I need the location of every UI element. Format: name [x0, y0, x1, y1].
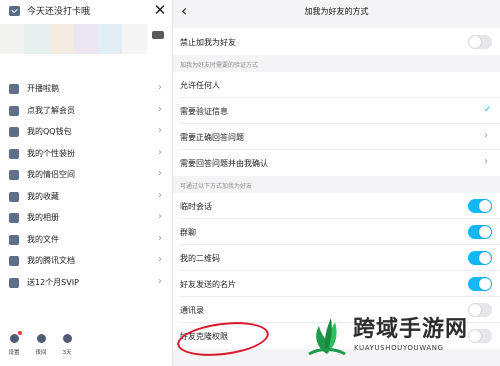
chevron-right-icon: › — [158, 232, 162, 244]
chevron-right-icon: › — [158, 275, 162, 287]
drawer-menu-label: 我的收藏 — [27, 191, 59, 201]
notification-dot — [18, 331, 22, 335]
verify-section-label: 加我为好友时需要的验证方式 — [180, 62, 259, 69]
chevron-right-icon: › — [158, 189, 162, 201]
night-icon — [36, 334, 46, 343]
drawer-menu-label: 我的相册 — [27, 213, 59, 222]
chevron-right-icon: › — [158, 254, 162, 265]
gift-icon — [9, 277, 19, 288]
footer-weather-label: 3天 — [62, 350, 72, 356]
drawer-menu-item[interactable]: 开播啦鹅 › — [0, 79, 172, 101]
drawer-menu-item[interactable]: 我的收藏 › — [0, 187, 172, 209]
folder-icon — [9, 234, 19, 245]
chevron-right-icon: › — [158, 146, 162, 158]
drawer-header: 今天还没打卡哦 ✕ — [0, 0, 172, 22]
method-toggle[interactable] — [468, 251, 492, 265]
banner-thumbnail — [152, 31, 164, 39]
drawer-menu-label: 我的情侣空间 — [27, 170, 75, 179]
drawer-menu-label: 开播啦鹅 — [27, 84, 59, 93]
drawer-menu: 开播啦鹅 › 点我了解会员 › 我的QQ钱包 › 我的个性装扮 › 我的情侣空间 › 我的收藏 › 我的… — [0, 79, 172, 294]
method-row[interactable]: 我的二维码 — [173, 245, 500, 271]
drawer-menu-item[interactable]: 我的相册 › — [0, 208, 172, 230]
method-label: 好友发送的名片 — [180, 280, 236, 289]
forbid-toggle[interactable] — [468, 35, 492, 49]
docs-icon — [9, 256, 19, 266]
chevron-right-icon: › — [158, 168, 162, 179]
chevron-right-icon: › — [158, 103, 162, 115]
page-title: 加我为好友的方式 — [304, 7, 369, 16]
chevron-right-icon: › — [484, 156, 488, 167]
method-label: 我的二维码 — [180, 254, 220, 263]
footer-weather[interactable]: 3天 — [56, 330, 78, 356]
footer-night[interactable]: 夜间 — [30, 330, 52, 356]
live-icon — [9, 84, 19, 94]
watermark-title: 跨域手游网 — [353, 317, 469, 342]
chevron-right-icon: › — [158, 125, 162, 136]
drawer-menu-item[interactable]: 我的文件 › — [0, 230, 172, 252]
method-toggle[interactable] — [468, 225, 492, 239]
footer-settings-label: 设置 — [8, 350, 20, 356]
checkin-label[interactable]: 今天还没打卡哦 — [27, 4, 90, 17]
method-label: 群聊 — [180, 228, 196, 237]
settings-icon — [9, 334, 19, 343]
method-row[interactable]: 群聊 — [173, 219, 500, 245]
drawer-menu-label: 我的腾讯文档 — [27, 256, 75, 265]
drawer-menu-label: 点我了解会员 — [27, 105, 75, 115]
drawer-footer: 设置 夜间 3天 — [0, 330, 100, 366]
method-toggle[interactable] — [468, 199, 492, 213]
drawer-menu-label: 我的个性装扮 — [27, 148, 75, 158]
drawer-menu-label: 送12个月SVIP — [27, 277, 79, 287]
verify-option-label: 需要正确回答问题 — [180, 133, 244, 142]
weather-icon — [62, 334, 72, 343]
method-row[interactable]: 好友发送的名片 — [173, 271, 500, 297]
couple-icon — [9, 170, 19, 180]
wallet-icon — [9, 127, 19, 137]
method-row[interactable]: 临时会话 — [173, 193, 500, 219]
side-drawer: 今天还没打卡哦 ✕ 开播啦鹅 › 点我了解会员 › 我的QQ钱包 › 我的个性装扮 › 我的情侣… — [0, 0, 172, 366]
verify-option-row[interactable]: 需要验证信息 ✓ — [173, 98, 500, 124]
checkin-icon[interactable] — [9, 6, 20, 16]
verify-option-label: 需要回答问题并由我确认 — [180, 159, 268, 168]
footer-settings[interactable]: 设置 — [3, 330, 25, 356]
drawer-menu-item[interactable]: 点我了解会员 › — [0, 101, 172, 123]
verify-option-row[interactable]: 允许任何人 — [173, 72, 500, 98]
outfit-icon — [9, 148, 19, 159]
chevron-right-icon: › — [158, 82, 162, 93]
drawer-menu-label: 我的QQ钱包 — [27, 127, 72, 136]
album-icon — [9, 213, 19, 223]
watermark-subtitle: KUAYUSHOUYOUWANG — [354, 344, 444, 352]
leaf-logo — [308, 318, 346, 356]
site-watermark: 跨域手游网 KUAYUSHOUYOUWANG — [305, 306, 500, 366]
drawer-menu-label: 我的文件 — [27, 234, 59, 244]
verify-option-label: 需要验证信息 — [180, 107, 228, 116]
drawer-menu-item[interactable]: 送12个月SVIP › — [0, 273, 172, 295]
vip-icon — [9, 105, 19, 116]
drawer-menu-item[interactable]: 我的个性装扮 › — [0, 144, 172, 166]
forbid-row[interactable]: 禁止加我为好友 — [173, 28, 500, 55]
forbid-label: 禁止加我为好友 — [180, 38, 236, 47]
nav-bar: ‹ 加我为好友的方式 — [173, 0, 500, 24]
methods-section-label: 可通过以下方式加我为好友 — [180, 183, 253, 190]
drawer-menu-item[interactable]: 我的腾讯文档 › — [0, 251, 172, 273]
method-toggle[interactable] — [468, 277, 492, 291]
close-icon[interactable]: ✕ — [153, 2, 167, 18]
blurred-banner — [0, 24, 172, 54]
favorite-icon — [9, 191, 19, 202]
checkmark-icon: ✓ — [484, 105, 492, 115]
verify-option-row[interactable]: 需要正确回答问题 › — [173, 124, 500, 150]
method-label: 通讯录 — [180, 306, 204, 315]
chevron-right-icon: › — [484, 130, 488, 141]
footer-night-label: 夜间 — [35, 350, 47, 356]
method-label: 临时会话 — [180, 202, 212, 211]
drawer-menu-item[interactable]: 我的情侣空间 › — [0, 165, 172, 187]
chevron-right-icon: › — [158, 211, 162, 222]
drawer-menu-item[interactable]: 我的QQ钱包 › — [0, 122, 172, 144]
verify-option-row[interactable]: 需要回答问题并由我确认 › — [173, 150, 500, 176]
verify-option-label: 允许任何人 — [180, 81, 220, 90]
